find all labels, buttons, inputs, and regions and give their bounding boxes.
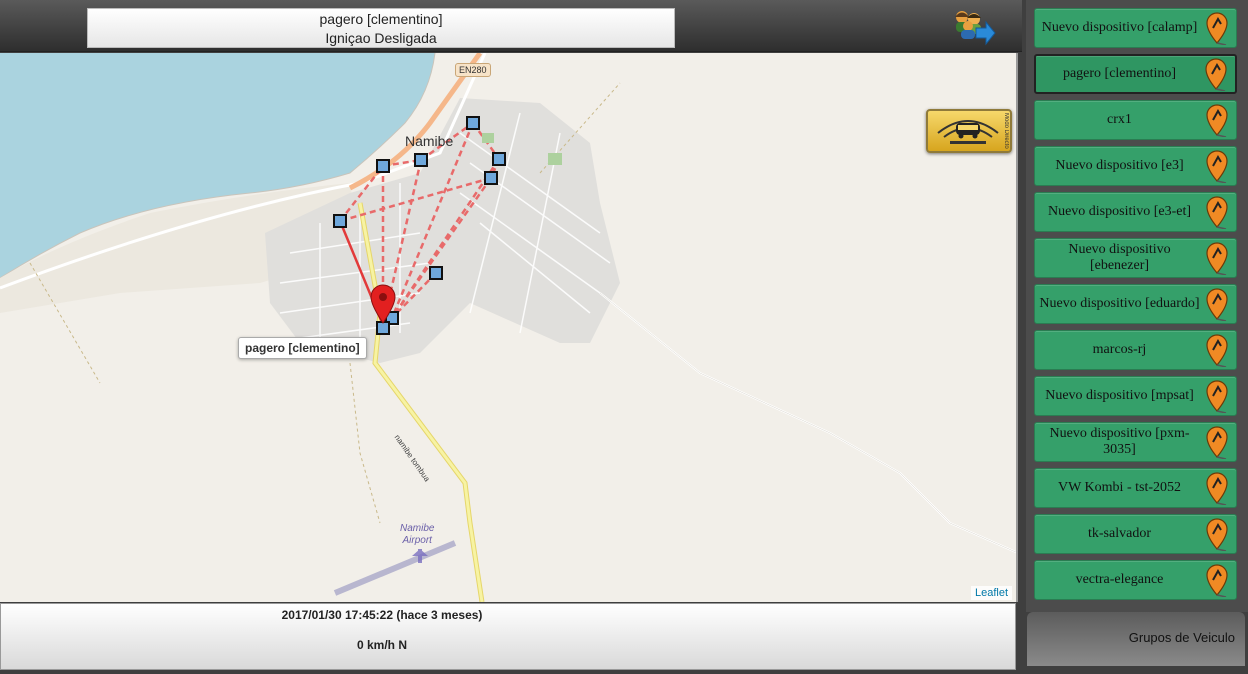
device-item-label: Nuevo dispositivo [e3-et] [1047,204,1192,219]
orange-location-pin-icon [1206,288,1228,321]
orange-location-pin-icon [1206,150,1228,183]
orange-location-pin-icon [1206,12,1228,45]
device-item-label: crx1 [1107,112,1132,127]
map-mode-toggle-button[interactable]: Modo Directo [926,109,1012,153]
orange-location-pin-icon [1206,426,1228,459]
road-badge: EN280 [455,63,491,77]
airport-label-line2: Airport [402,535,432,546]
orange-location-pin-icon [1206,380,1228,413]
orange-location-pin-icon [1206,518,1228,551]
device-item-label: tk-salvador [1088,526,1151,541]
device-item-e3[interactable]: Nuevo dispositivo [e3] [1034,146,1237,186]
map-view[interactable]: Namibe EN280 namibe tombua Namibe Airpor… [0,53,1018,602]
users-switch-icon[interactable] [952,8,996,46]
device-item-clementino[interactable]: pagero [clementino] [1034,54,1237,94]
device-title-box: pagero [clementino] Igniçao Desligada [87,8,675,48]
device-item-label: Nuevo dispositivo [pxm-3035] [1049,426,1190,457]
device-item-label: Nuevo dispositivo [e3] [1055,158,1184,173]
device-item-calamp[interactable]: Nuevo dispositivo [calamp] [1034,8,1237,48]
device-item-ebenezer[interactable]: Nuevo dispositivo [ebenezer] [1034,238,1237,278]
taxi-traffic-icon [937,120,999,144]
city-label: Namibe [405,133,454,149]
device-item-e3-et[interactable]: Nuevo dispositivo [e3-et] [1034,192,1237,232]
orange-location-pin-icon [1205,58,1227,91]
device-item-label: VW Kombi - tst-2052 [1057,480,1181,495]
device-title: pagero [clementino] [319,11,443,27]
device-item-label: Nuevo dispositivo [eduardo] [1039,296,1200,311]
device-item-pxm-3035[interactable]: Nuevo dispositivo [pxm-3035] [1034,422,1237,462]
vehicle-groups-tab[interactable]: Grupos de Veiculo [1027,612,1245,666]
orange-location-pin-icon [1206,104,1228,137]
device-item-vectra-elegance[interactable]: vectra-elegance [1034,560,1237,600]
device-item-label: Nuevo dispositivo [calamp] [1041,20,1198,35]
device-item-label: Nuevo dispositivo [mpsat] [1045,388,1194,403]
device-sidebar: Nuevo dispositivo [calamp] pagero [cleme… [1026,0,1248,612]
top-bar: pagero [clementino] Igniçao Desligada [0,0,1022,52]
device-item-label: Nuevo dispositivo [ebenezer] [1068,242,1171,273]
device-item-label: vectra-elegance [1075,572,1164,587]
orange-location-pin-icon [1206,242,1228,275]
info-panel: 2017/01/30 17:45:22 (hace 3 meses) 0 km/… [0,603,1016,670]
device-item-mpsat[interactable]: Nuevo dispositivo [mpsat] [1034,376,1237,416]
device-item-tk-salvador[interactable]: tk-salvador [1034,514,1237,554]
device-item-vw-kombi[interactable]: VW Kombi - tst-2052 [1034,468,1237,508]
airport-label: Namibe Airport [400,523,434,547]
device-item-label: pagero [clementino] [1062,66,1177,81]
orange-location-pin-icon [1206,564,1228,597]
device-item-eduardo[interactable]: Nuevo dispositivo [eduardo] [1034,284,1237,324]
map-mode-text: Modo Directo [1003,113,1009,149]
marker-tooltip: pagero [clementino] [238,337,367,359]
device-item-crx1[interactable]: crx1 [1034,100,1237,140]
orange-location-pin-icon [1206,196,1228,229]
map-tiles [0,53,1016,602]
device-item-marcos-rj[interactable]: marcos-rj [1034,330,1237,370]
app-window: pagero [clementino] Igniçao Desligada Na… [0,0,1248,674]
device-item-label: marcos-rj [1092,342,1147,357]
leaflet-attribution-link[interactable]: Leaflet [970,586,1012,600]
speed-heading: 0 km/h N [356,638,407,652]
airport-label-line1: Namibe [400,523,435,534]
orange-location-pin-icon [1206,472,1228,505]
ignition-status: Igniçao Desligada [325,30,437,46]
last-report-datetime: 2017/01/30 17:45:22 (hace 3 meses) [281,608,483,622]
orange-location-pin-icon [1206,334,1228,367]
